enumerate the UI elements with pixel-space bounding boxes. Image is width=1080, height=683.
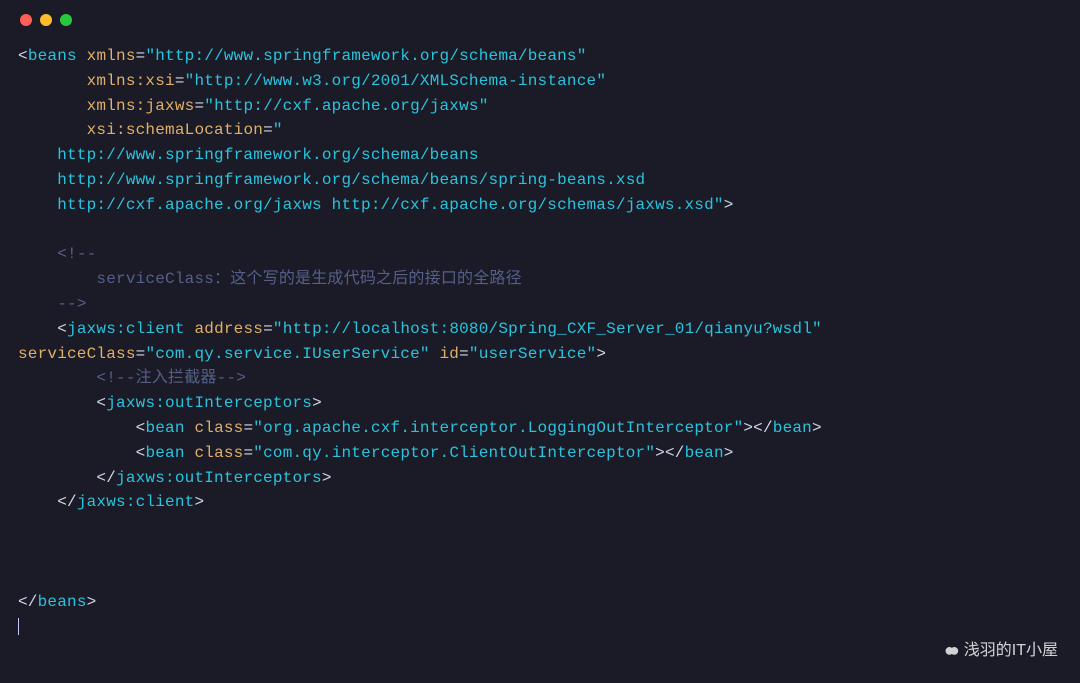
code-token: > <box>724 444 734 462</box>
code-token: xmlns:xsi <box>87 72 175 90</box>
code-token: http://www.springframework.org/schema/be… <box>18 146 479 164</box>
code-token: xmlns <box>87 47 136 65</box>
code-token: " <box>273 121 283 139</box>
code-token: ></ <box>655 444 684 462</box>
code-token: = <box>243 419 253 437</box>
code-token <box>18 72 87 90</box>
code-token: < <box>57 320 67 338</box>
code-token <box>18 419 136 437</box>
code-token: "http://www.springframework.org/schema/b… <box>145 47 586 65</box>
code-token: = <box>136 345 146 363</box>
code-token <box>185 444 195 462</box>
code-token: < <box>136 444 146 462</box>
code-token: < <box>136 419 146 437</box>
code-token: jaxws:outInterceptors <box>106 394 312 412</box>
window-titlebar <box>0 0 1080 36</box>
code-token: <!-- <box>57 245 96 263</box>
code-token: class <box>194 444 243 462</box>
code-token: = <box>459 345 469 363</box>
code-token <box>18 493 57 511</box>
code-token <box>18 369 96 387</box>
code-token <box>185 419 195 437</box>
code-token: > <box>87 593 97 611</box>
code-token: > <box>724 196 734 214</box>
code-token: < <box>96 394 106 412</box>
code-token: = <box>263 320 273 338</box>
code-token: > <box>194 493 204 511</box>
code-token: --> <box>57 295 86 313</box>
code-token: "org.apache.cxf.interceptor.LoggingOutIn… <box>253 419 743 437</box>
code-token: ></ <box>743 419 772 437</box>
code-token: serviceClass <box>18 345 136 363</box>
code-token: = <box>175 72 185 90</box>
code-token: bean <box>145 419 184 437</box>
code-token <box>430 345 440 363</box>
maximize-icon[interactable] <box>60 14 72 26</box>
code-token: "http://cxf.apache.org/jaxws" <box>204 97 488 115</box>
code-token: serviceClass：这个写的是生成代码之后的接口的全路径 <box>18 270 522 288</box>
code-token: < <box>18 47 28 65</box>
code-token <box>77 47 87 65</box>
code-token: class <box>194 419 243 437</box>
code-token: xsi:schemaLocation <box>87 121 263 139</box>
code-token: "http://localhost:8080/Spring_CXF_Server… <box>273 320 822 338</box>
code-token: beans <box>28 47 77 65</box>
code-token <box>822 320 832 338</box>
code-token: "com.qy.service.IUserService" <box>145 345 429 363</box>
code-token <box>18 320 57 338</box>
code-token: "http://www.w3.org/2001/XMLSchema-instan… <box>185 72 606 90</box>
code-token: = <box>243 444 253 462</box>
wechat-icon: ●● <box>944 637 954 665</box>
code-token <box>18 295 57 313</box>
code-token: bean <box>685 444 724 462</box>
code-token: http://cxf.apache.org/jaxws http://cxf.a… <box>18 196 724 214</box>
code-token: id <box>440 345 460 363</box>
code-token: xmlns:jaxws <box>87 97 195 115</box>
code-token: > <box>312 394 322 412</box>
code-token <box>18 121 87 139</box>
code-token: > <box>812 419 822 437</box>
code-token: </ <box>96 469 116 487</box>
code-token: jaxws:client <box>77 493 195 511</box>
code-token: bean <box>773 419 812 437</box>
code-window: <beans xmlns="http://www.springframework… <box>0 0 1080 683</box>
code-token: "userService" <box>469 345 596 363</box>
code-token: > <box>596 345 606 363</box>
code-token: jaxws:client <box>67 320 185 338</box>
close-icon[interactable] <box>20 14 32 26</box>
code-token: > <box>322 469 332 487</box>
code-token: "com.qy.interceptor.ClientOutInterceptor… <box>253 444 655 462</box>
code-token: </ <box>18 593 38 611</box>
code-token: beans <box>38 593 87 611</box>
code-token: jaxws:outInterceptors <box>116 469 322 487</box>
code-token: bean <box>145 444 184 462</box>
code-token: = <box>136 47 146 65</box>
code-token <box>185 320 195 338</box>
code-token: = <box>194 97 204 115</box>
code-token: = <box>263 121 273 139</box>
text-cursor <box>18 618 19 636</box>
code-token <box>18 394 96 412</box>
code-token <box>18 245 57 263</box>
code-token <box>18 444 136 462</box>
code-token: </ <box>57 493 77 511</box>
code-token <box>18 97 87 115</box>
watermark: ●● 浅羽的IT小屋 <box>944 637 1058 665</box>
code-token: <!--注入拦截器--> <box>96 369 246 387</box>
code-token: http://www.springframework.org/schema/be… <box>18 171 645 189</box>
watermark-text: 浅羽的IT小屋 <box>964 639 1058 664</box>
code-block: <beans xmlns="http://www.springframework… <box>0 36 1080 639</box>
code-token: address <box>194 320 263 338</box>
minimize-icon[interactable] <box>40 14 52 26</box>
code-token <box>18 469 96 487</box>
